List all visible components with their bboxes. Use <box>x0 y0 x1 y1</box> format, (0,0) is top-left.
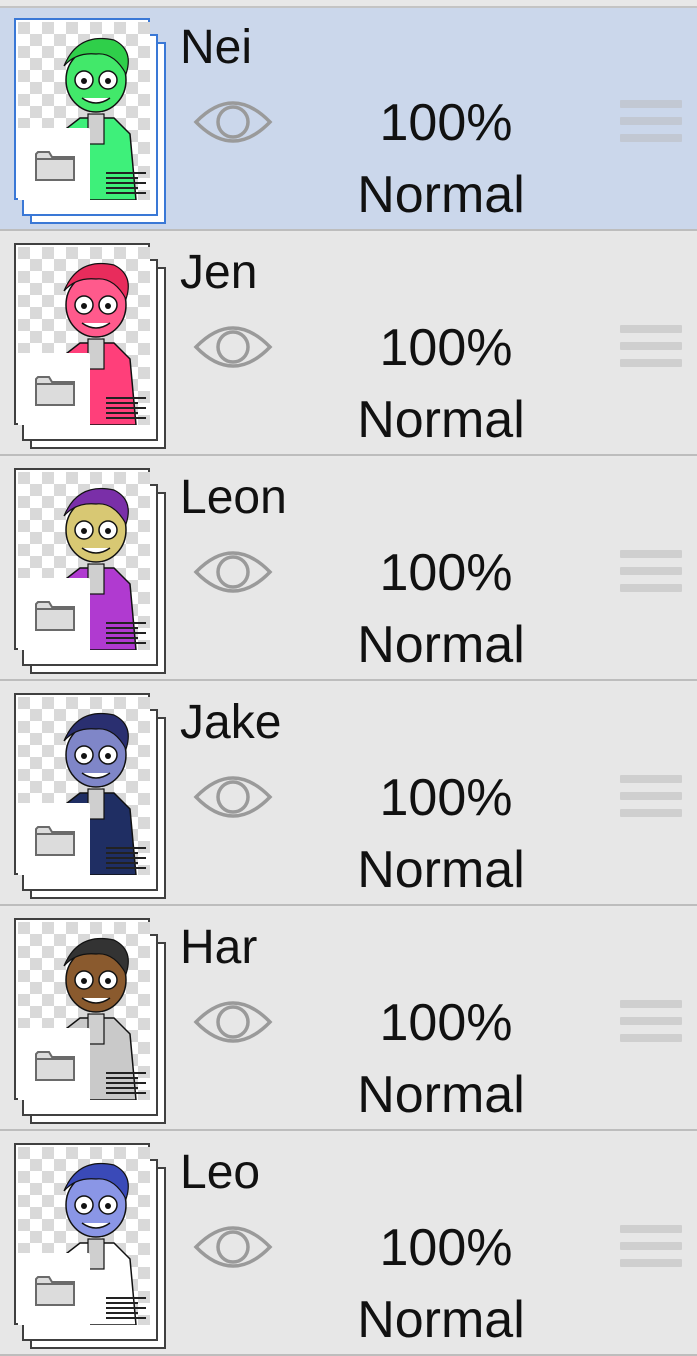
folder-icon <box>35 826 75 856</box>
layer-opacity[interactable]: 100% <box>330 767 562 829</box>
thumbnail-front-sheet <box>14 1143 150 1325</box>
folder-icon <box>35 151 75 181</box>
drag-handle-icon[interactable] <box>620 1225 682 1277</box>
layer-opacity[interactable]: 100% <box>330 1217 562 1279</box>
thumbnail-front-sheet <box>14 693 150 875</box>
layer-name[interactable]: Leo <box>180 1145 260 1201</box>
thumbnail-front-sheet <box>14 243 150 425</box>
layer-opacity[interactable]: 100% <box>330 92 562 154</box>
folder-badge <box>18 578 90 650</box>
drag-handle-icon[interactable] <box>620 1000 682 1052</box>
visibility-toggle[interactable] <box>192 992 274 1052</box>
layer-thumbnail[interactable] <box>14 243 174 453</box>
layer-name[interactable]: Har <box>180 920 257 976</box>
layer-row-nei[interactable]: Nei 100% Normal <box>0 8 697 231</box>
layer-blend-mode[interactable]: Normal <box>330 164 552 226</box>
thumbnail-front-sheet <box>14 468 150 650</box>
layer-row-har[interactable]: Har 100% Normal <box>0 908 697 1131</box>
layer-name[interactable]: Jen <box>180 245 257 301</box>
folder-badge <box>18 128 90 200</box>
layer-opacity[interactable]: 100% <box>330 317 562 379</box>
folder-icon <box>35 376 75 406</box>
eye-icon <box>193 551 273 593</box>
layer-row-leo[interactable]: Leo 100% Normal <box>0 1133 697 1356</box>
layer-thumbnail[interactable] <box>14 18 174 228</box>
thumbnail-front-sheet <box>14 918 150 1100</box>
visibility-toggle[interactable] <box>192 317 274 377</box>
folder-badge <box>18 1253 90 1325</box>
layer-row-leon[interactable]: Leon 100% Normal <box>0 458 697 681</box>
folder-icon <box>35 1276 75 1306</box>
layer-row-jen[interactable]: Jen 100% Normal <box>0 233 697 456</box>
layer-thumbnail[interactable] <box>14 693 174 903</box>
layer-blend-mode[interactable]: Normal <box>330 839 552 901</box>
eye-icon <box>193 1001 273 1043</box>
folder-badge <box>18 353 90 425</box>
layer-thumbnail[interactable] <box>14 1143 174 1353</box>
layer-opacity[interactable]: 100% <box>330 992 562 1054</box>
panel-top-edge <box>0 0 697 8</box>
layer-blend-mode[interactable]: Normal <box>330 614 552 676</box>
visibility-toggle[interactable] <box>192 1217 274 1277</box>
layer-blend-mode[interactable]: Normal <box>330 389 552 451</box>
layer-name[interactable]: Leon <box>180 470 287 526</box>
eye-icon <box>193 1226 273 1268</box>
visibility-toggle[interactable] <box>192 92 274 152</box>
drag-handle-icon[interactable] <box>620 550 682 602</box>
layer-thumbnail[interactable] <box>14 918 174 1128</box>
eye-icon <box>193 326 273 368</box>
drag-handle-icon[interactable] <box>620 325 682 377</box>
visibility-toggle[interactable] <box>192 767 274 827</box>
eye-icon <box>193 776 273 818</box>
layer-name[interactable]: Nei <box>180 20 252 76</box>
layer-blend-mode[interactable]: Normal <box>330 1064 552 1126</box>
visibility-toggle[interactable] <box>192 542 274 602</box>
thumbnail-front-sheet <box>14 18 150 200</box>
layer-blend-mode[interactable]: Normal <box>330 1289 552 1351</box>
folder-badge <box>18 803 90 875</box>
folder-icon <box>35 601 75 631</box>
layers-panel: Nei 100% Normal Jen 100% Normal Leon 100… <box>0 0 697 1356</box>
drag-handle-icon[interactable] <box>620 775 682 827</box>
folder-icon <box>35 1051 75 1081</box>
eye-icon <box>193 101 273 143</box>
layer-thumbnail[interactable] <box>14 468 174 678</box>
folder-badge <box>18 1028 90 1100</box>
drag-handle-icon[interactable] <box>620 100 682 152</box>
layer-opacity[interactable]: 100% <box>330 542 562 604</box>
layer-name[interactable]: Jake <box>180 695 281 751</box>
layer-row-jake[interactable]: Jake 100% Normal <box>0 683 697 906</box>
